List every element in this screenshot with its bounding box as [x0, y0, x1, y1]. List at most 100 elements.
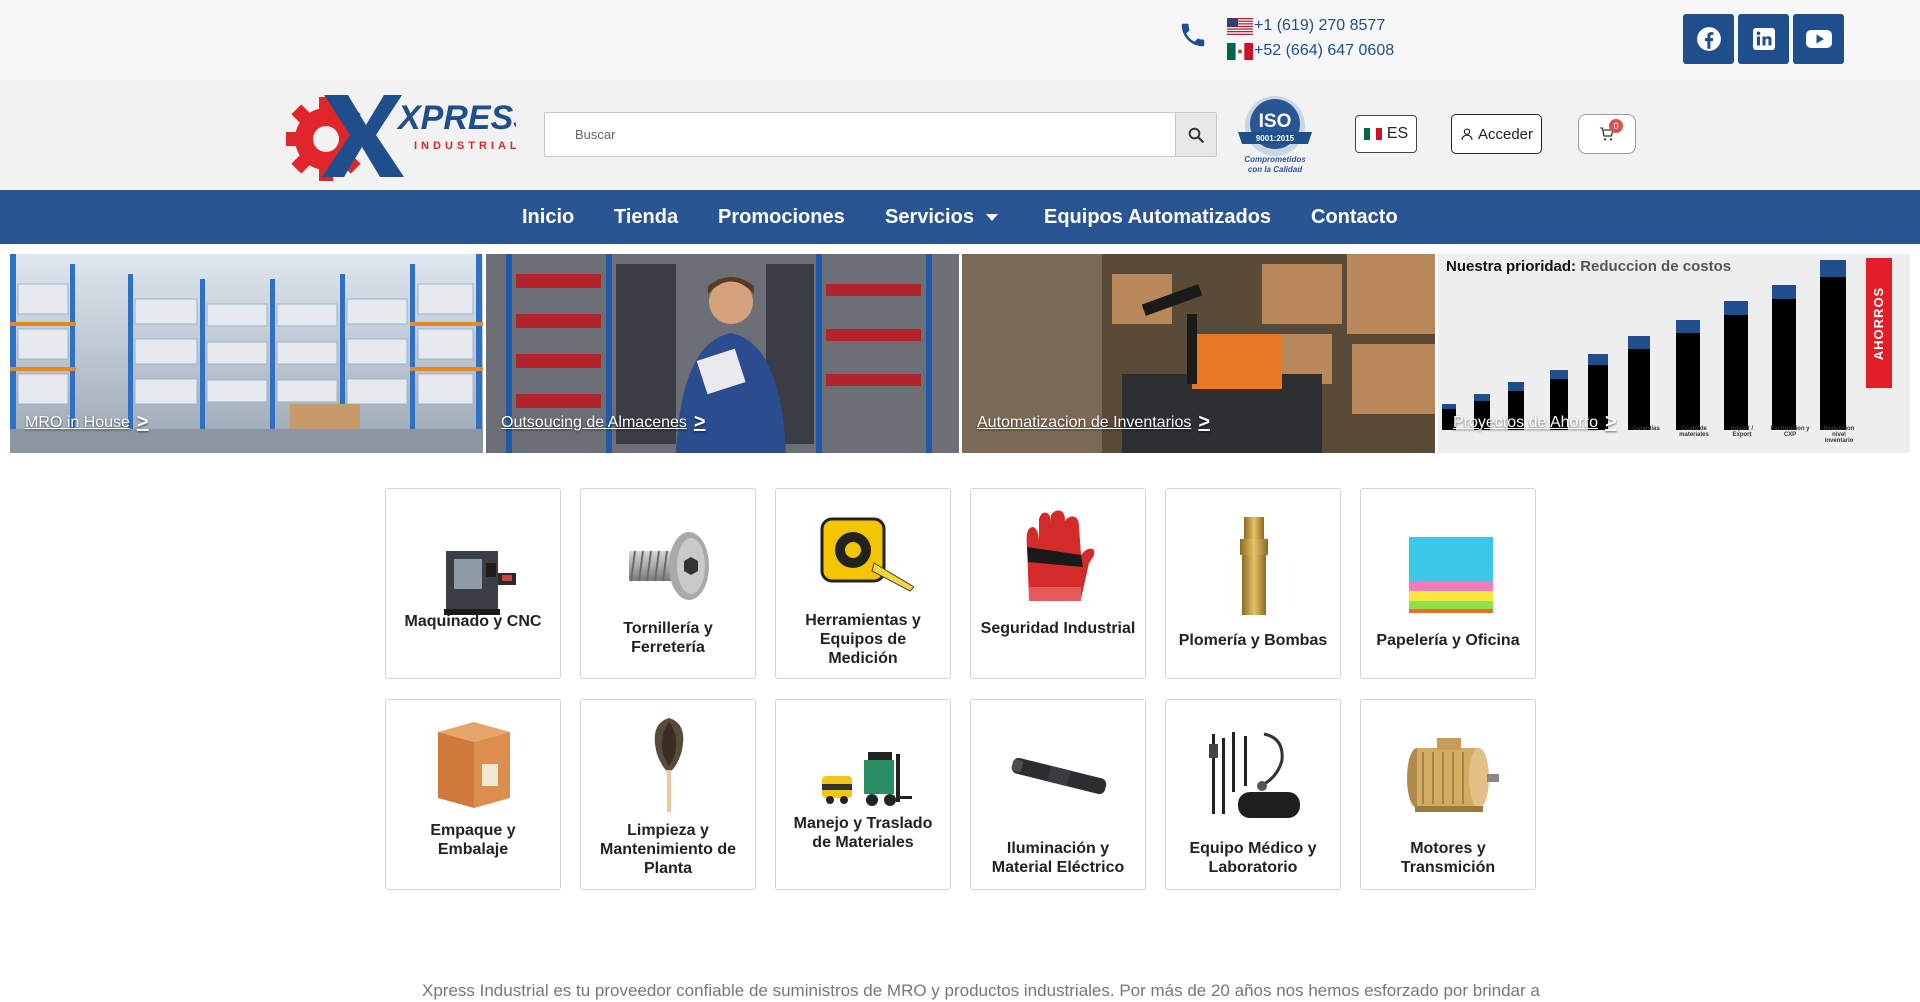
brass-fitting-icon	[1240, 517, 1268, 615]
category-label: Maquinado y CNC	[404, 613, 542, 630]
login-button[interactable]: Acceder	[1451, 114, 1542, 154]
iso-seal-caption-1: Comprometidos	[1244, 155, 1306, 164]
category-seguridad[interactable]: Seguridad Industrial	[970, 488, 1146, 679]
category-motores[interactable]: Motores y Transmición	[1360, 699, 1536, 890]
banner-mro-label: MRO in House	[25, 413, 130, 431]
category-limpieza[interactable]: Limpieza y Mantenimiento de Planta	[580, 699, 756, 890]
savings-bar-label: Import / Export	[1731, 426, 1753, 438]
category-label: Iluminación y Material Eléctrico	[991, 840, 1125, 876]
search-box	[544, 112, 1217, 157]
electric-motor-icon	[1407, 738, 1499, 812]
main-nav: Inicio Tienda Promociones Servicios Equi…	[0, 190, 1920, 244]
banner-mro-in-house[interactable]: MRO in House >	[10, 254, 483, 453]
banner-mro-link[interactable]: MRO in House >	[25, 411, 149, 434]
tape-measure-icon	[820, 517, 914, 592]
glove-icon	[1026, 510, 1095, 601]
cart-count-badge: 0	[1609, 119, 1623, 133]
facebook-button[interactable]	[1683, 14, 1734, 64]
savings-chart-title-bold: Nuestra prioridad:	[1446, 258, 1577, 275]
banner-outsourcing-label: Outsoucing de Almacenes	[501, 413, 687, 431]
user-icon	[1461, 128, 1473, 140]
mx-flag-icon	[1227, 42, 1253, 60]
mx-flag-icon	[1363, 128, 1382, 140]
caret-down-icon	[985, 213, 998, 221]
search-input[interactable]	[545, 113, 1177, 156]
nav-tienda[interactable]: Tienda	[614, 190, 678, 244]
phone-us-number[interactable]: +1 (619) 270 8577	[1254, 17, 1385, 35]
intro-paragraph: Xpress Industrial es tu proveedor confia…	[422, 981, 1540, 1000]
nav-contacto[interactable]: Contacto	[1311, 190, 1398, 244]
youtube-icon	[1805, 30, 1832, 48]
language-selector[interactable]: ES	[1355, 115, 1417, 153]
banner-proyectos-ahorro[interactable]: Nuestra prioridad: Reduccion de costos A…	[1438, 254, 1910, 453]
savings-bar-label: Reduccion nivel inventario	[1823, 426, 1855, 444]
phone-icon	[1181, 23, 1205, 47]
xpress-logo[interactable]: XPRESS INDUSTRIAL	[284, 87, 536, 183]
forklift-icon	[822, 752, 912, 806]
cart-button[interactable]: 0	[1578, 114, 1636, 154]
nav-equipos-automatizados[interactable]: Equipos Automatizados	[1044, 190, 1271, 244]
search-icon	[1188, 127, 1204, 143]
category-label: Papelería y Oficina	[1376, 632, 1520, 649]
banner-outsourcing-link[interactable]: Outsoucing de Almacenes >	[501, 411, 706, 434]
category-label: Plomería y Bombas	[1178, 632, 1328, 649]
banner-ahorro-label: Proyectos de Ahorro	[1453, 413, 1598, 431]
facebook-icon	[1696, 27, 1721, 51]
flashlight-icon	[1011, 757, 1107, 795]
category-manejo[interactable]: Manejo y Traslado de Materiales	[775, 699, 951, 890]
category-herramientas[interactable]: Herramientas y Equipos de Medición	[775, 488, 951, 679]
ahorros-text: AHORROS	[1871, 286, 1887, 360]
top-contact-bar: +1 (619) 270 8577 +52 (664) 647 0608	[0, 0, 1920, 80]
category-medico[interactable]: Equipo Médico y Laboratorio	[1165, 699, 1341, 890]
youtube-button[interactable]	[1793, 14, 1844, 64]
nav-servicios[interactable]: Servicios	[885, 190, 998, 244]
banner-outsourcing[interactable]: Outsoucing de Almacenes >	[486, 254, 959, 453]
category-maquinado-cnc[interactable]: Maquinado y CNC	[385, 488, 561, 679]
gear-logo-icon: XPRESS INDUSTRIAL	[284, 95, 536, 181]
category-label: Equipo Médico y Laboratorio	[1189, 840, 1317, 876]
iso-seal-number: 9001:2015	[1256, 134, 1295, 143]
phone-mx-number[interactable]: +52 (664) 647 0608	[1254, 42, 1394, 60]
chevron-right-icon: >	[1604, 411, 1617, 433]
chevron-right-icon: >	[1198, 411, 1211, 433]
nav-inicio[interactable]: Inicio	[522, 190, 574, 244]
category-label: Limpieza y Mantenimiento de Planta	[599, 822, 736, 877]
category-label: Motores y Transmición	[1400, 840, 1496, 876]
linkedin-button[interactable]	[1738, 14, 1789, 64]
linkedin-icon	[1752, 28, 1775, 50]
iso-seal-text: ISO	[1259, 111, 1292, 132]
phone-mx[interactable]: +52 (664) 647 0608	[1227, 40, 1394, 62]
login-label: Acceder	[1477, 125, 1534, 143]
chevron-right-icon: >	[136, 411, 149, 433]
iso-certification-seal: ISO 9001:2015 Comprometidos con la Calid…	[1230, 94, 1320, 178]
category-label: Empaque y Embalaje	[430, 822, 516, 858]
cardboard-box-icon	[438, 722, 510, 808]
banner-automatizacion[interactable]: Automatizacion de Inventarios >	[962, 254, 1435, 453]
banner-automatizacion-link[interactable]: Automatizacion de Inventarios >	[977, 411, 1210, 434]
category-iluminacion[interactable]: Iluminación y Material Eléctrico	[970, 699, 1146, 890]
feather-duster-icon	[654, 718, 684, 812]
nav-promociones[interactable]: Promociones	[718, 190, 845, 244]
iso-seal-caption-2: con la Calidad	[1248, 165, 1303, 174]
savings-chart-title-sub: Reduccion de costos	[1580, 258, 1732, 275]
category-tornilleria[interactable]: Tornillería y Ferretería	[580, 488, 756, 679]
banner-ahorro-link[interactable]: Proyectos de Ahorro >	[1453, 411, 1617, 434]
savings-bar-label: Costo de materiales	[1679, 426, 1709, 438]
category-label: Seguridad Industrial	[980, 620, 1136, 637]
site-header: XPRESS INDUSTRIAL ISO 9001:2015 Comprome…	[0, 80, 1920, 190]
nav-servicios-label: Servicios	[885, 205, 974, 228]
category-empaque[interactable]: Empaque y Embalaje	[385, 699, 561, 890]
phone-us[interactable]: +1 (619) 270 8577	[1227, 15, 1385, 37]
savings-chart-title: Nuestra prioridad: Reduccion de costos	[1446, 258, 1731, 275]
search-button[interactable]	[1175, 113, 1216, 156]
logo-wordmark: XPRESS	[396, 99, 516, 137]
category-papeleria[interactable]: Papelería y Oficina	[1360, 488, 1536, 679]
medical-kit-icon	[1209, 732, 1300, 818]
category-plomeria[interactable]: Plomería y Bombas	[1165, 488, 1341, 679]
sticky-notes-icon	[1409, 537, 1493, 613]
category-label: Manejo y Traslado de Materiales	[793, 815, 933, 851]
logo-subtitle: INDUSTRIAL	[414, 140, 516, 152]
savings-bar-label: Garantias	[1632, 426, 1660, 432]
us-flag-icon	[1227, 17, 1253, 35]
savings-bar-label: Facturacion y CXP	[1770, 426, 1810, 438]
